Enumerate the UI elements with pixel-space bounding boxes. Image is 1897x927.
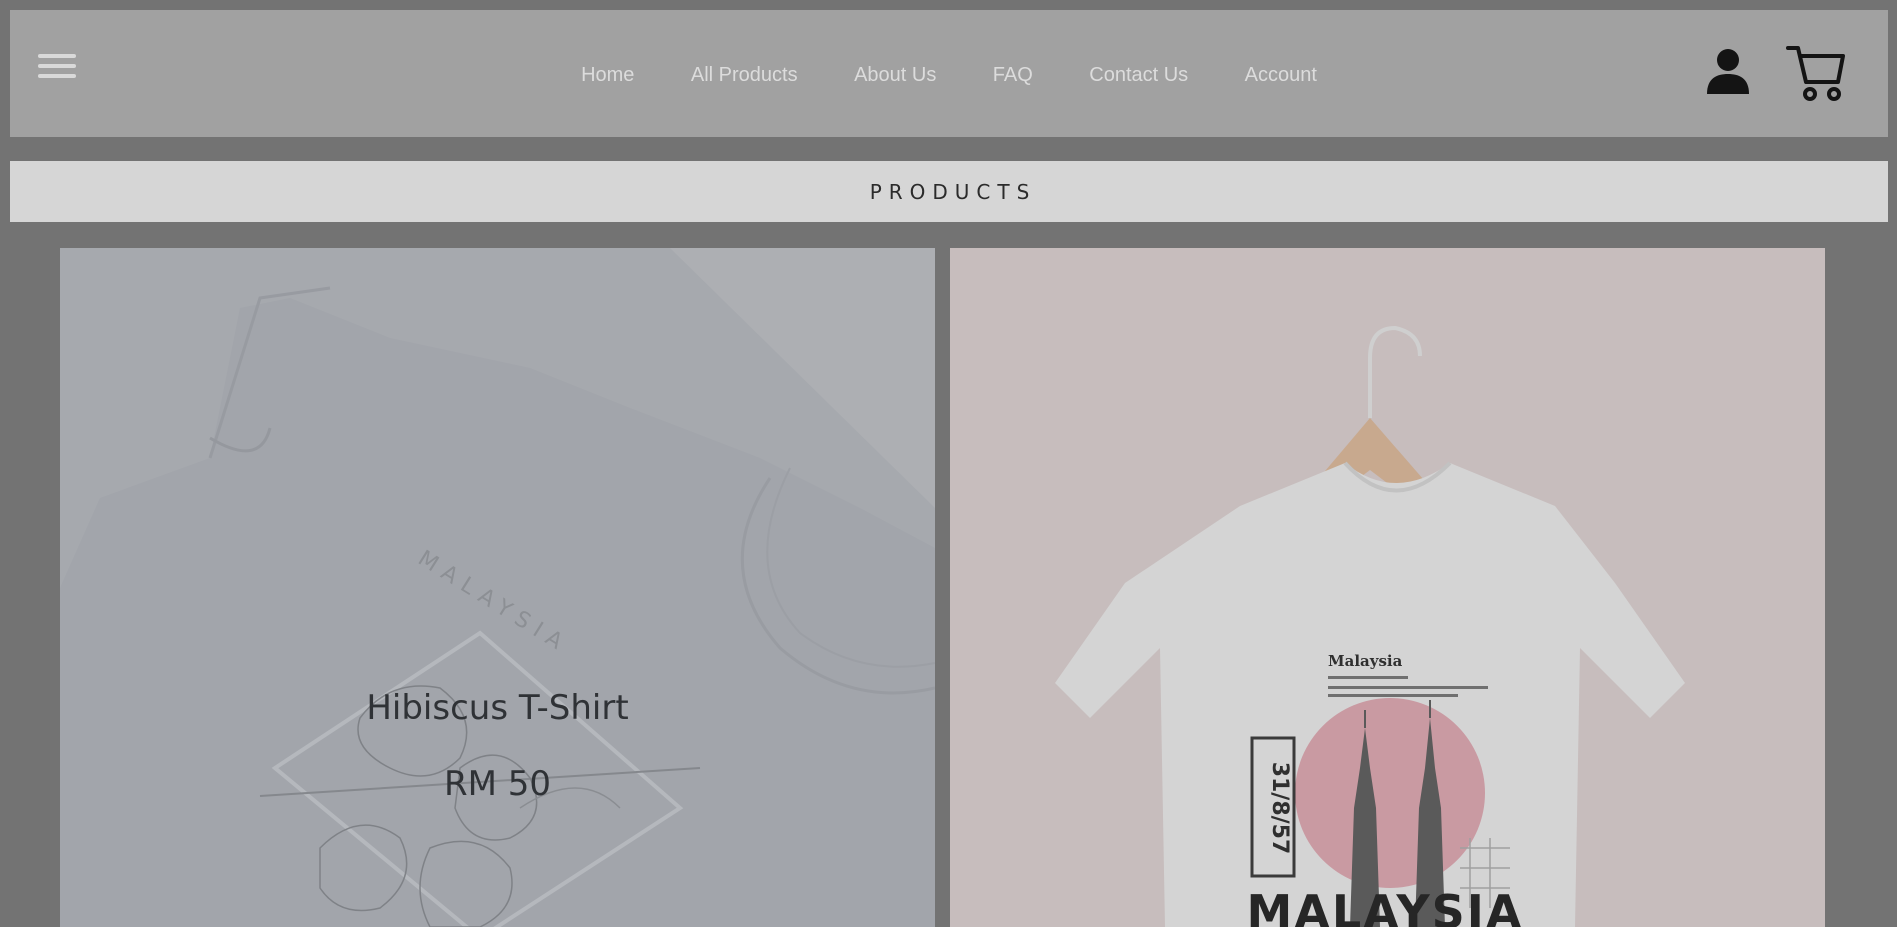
section-title: PRODUCTS <box>869 179 1037 204</box>
nav-link-home[interactable]: Home <box>581 64 634 87</box>
shirt-print-word: MALAYSIA <box>1246 885 1523 927</box>
nav-link-all-products[interactable]: All Products <box>691 64 798 87</box>
products-section-bar: PRODUCTS <box>10 161 1888 222</box>
product-card-hibiscus[interactable]: MALAYSIA Hibiscus T-Shirt RM 50 <box>60 248 935 927</box>
nav-link-about-us[interactable]: About Us <box>854 64 936 87</box>
shirt-print-heading: Malaysia <box>1328 652 1403 670</box>
product-name: Hibiscus T-Shirt <box>366 688 629 728</box>
product-price: RM 50 <box>443 764 552 804</box>
user-icon[interactable] <box>1705 48 1751 96</box>
nav-link-contact-us[interactable]: Contact Us <box>1089 64 1188 87</box>
nav-link-account[interactable]: Account <box>1245 64 1317 87</box>
main-nav: Home All Products About Us FAQ Contact U… <box>10 64 1888 87</box>
site-header: Home All Products About Us FAQ Contact U… <box>10 10 1888 137</box>
page: Home All Products About Us FAQ Contact U… <box>0 0 1897 927</box>
product-image-hibiscus-tshirt: MALAYSIA <box>60 248 935 927</box>
shopping-cart-icon[interactable] <box>1786 44 1846 102</box>
product-image-malaysia-tshirt: 31/8/57 Malaysia MALAYSIA <box>950 248 1825 927</box>
nav-link-faq[interactable]: FAQ <box>993 64 1033 87</box>
product-card-malaysia[interactable]: 31/8/57 Malaysia MALAYSIA <box>950 248 1825 927</box>
shirt-print-date: 31/8/57 <box>1267 762 1292 855</box>
